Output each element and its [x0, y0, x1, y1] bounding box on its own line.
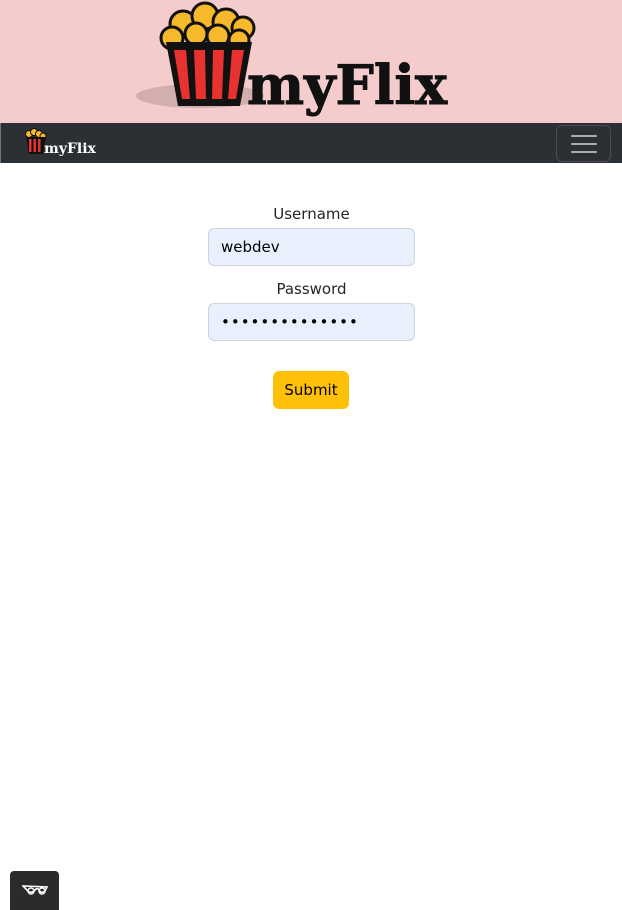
username-input[interactable] [208, 228, 415, 266]
username-label: Username [273, 205, 350, 223]
navbar: myFlix [0, 123, 622, 163]
navbar-brand-text: myFlix [44, 141, 97, 157]
banner-logo-text: myFlix [247, 53, 448, 117]
submit-button[interactable]: Submit [273, 371, 349, 409]
navbar-brand-link[interactable]: myFlix [23, 128, 105, 158]
accessibility-widget-button[interactable] [10, 871, 59, 910]
myflix-logo: myFlix [136, 1, 448, 118]
myflix-brand-icon: myFlix [25, 128, 97, 157]
login-form: Username Password [208, 200, 415, 341]
password-input[interactable] [208, 303, 415, 341]
header-banner: myFlix [0, 0, 622, 123]
password-label: Password [276, 280, 347, 298]
navbar-toggler-button[interactable] [556, 125, 611, 162]
glasses-icon [22, 885, 48, 895]
